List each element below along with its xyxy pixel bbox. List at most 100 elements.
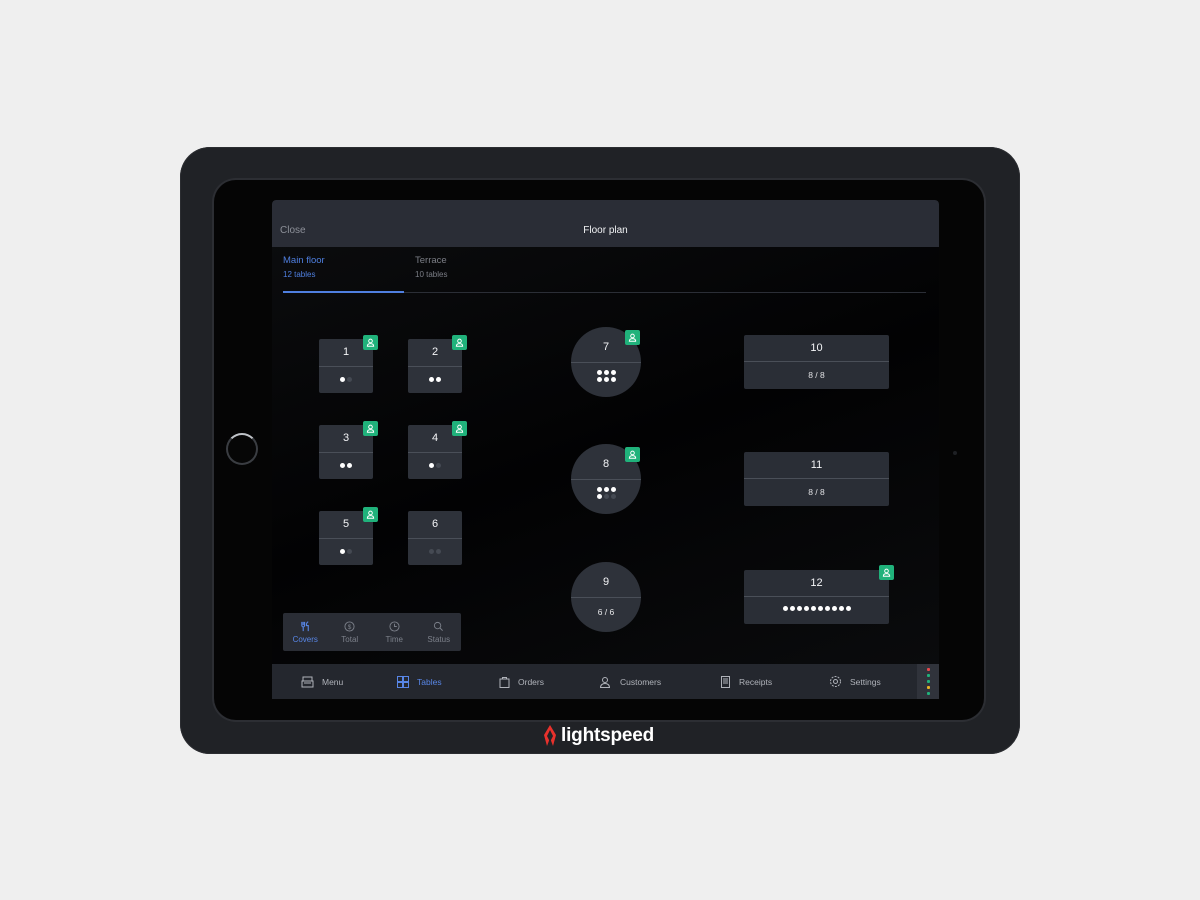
covers-count: 6 / 6: [597, 607, 615, 617]
nav-receipts[interactable]: Receipts: [720, 664, 772, 699]
seat-occupied: [603, 370, 609, 375]
status-dot: [926, 674, 930, 677]
search-icon: [434, 621, 444, 631]
seat-occupied: [610, 487, 616, 492]
seat-indicators: [408, 549, 462, 554]
table-divider: [319, 452, 373, 453]
table-11[interactable]: 11 8 / 8: [744, 452, 889, 506]
connection-status[interactable]: [917, 664, 939, 699]
sort-label: Status: [427, 634, 451, 644]
seat-indicators: [408, 463, 462, 468]
tab-name: Terrace: [415, 255, 447, 266]
table-number: 9: [602, 576, 610, 588]
customer-badge-icon[interactable]: [363, 335, 378, 350]
seat-occupied: [782, 606, 788, 611]
seat-indicators: [595, 487, 617, 499]
customer-badge-icon[interactable]: [363, 421, 378, 436]
home-button[interactable]: [226, 433, 258, 465]
seat-occupied: [610, 370, 616, 375]
tab-main-floor[interactable]: Main floor 12 tables: [283, 255, 404, 293]
register-icon: [301, 676, 314, 687]
seat-occupied: [789, 606, 795, 611]
covers-count: 8 / 8: [808, 487, 825, 497]
svg-text:$: $: [348, 623, 352, 630]
status-dot: [926, 668, 930, 671]
seat-occupied: [340, 377, 345, 382]
cutlery-icon: [301, 620, 309, 631]
sort-label: Time: [385, 634, 403, 644]
seat-occupied: [596, 487, 602, 492]
customer-badge-icon[interactable]: [452, 335, 467, 350]
nav-label: Menu: [322, 676, 344, 687]
seat-occupied: [803, 606, 809, 611]
flame-logo-icon: [544, 725, 556, 746]
seat-occupied: [845, 606, 851, 611]
nav-menu[interactable]: Menu: [301, 664, 343, 699]
customer-badge-icon[interactable]: [452, 421, 467, 436]
table-number: 10: [810, 342, 823, 354]
status-dot: [926, 680, 930, 683]
seat-indicators: [595, 370, 617, 382]
customer-badge-icon[interactable]: [363, 507, 378, 522]
seat-occupied: [429, 377, 434, 382]
sort-time[interactable]: Time: [372, 613, 417, 651]
table-9[interactable]: 9 6 / 6: [571, 562, 641, 632]
sort-status[interactable]: Status: [417, 613, 462, 651]
nav-tables[interactable]: Tables: [397, 664, 442, 699]
grid-icon: [397, 675, 409, 688]
table-6[interactable]: 6: [408, 511, 462, 565]
seat-occupied: [824, 606, 830, 611]
table-divider: [744, 361, 889, 362]
customer-badge-icon[interactable]: [625, 447, 640, 462]
seat-occupied: [596, 494, 602, 499]
nav-label: Orders: [518, 676, 544, 687]
seat-indicators: [319, 549, 373, 554]
seat-occupied: [831, 606, 837, 611]
nav-customers[interactable]: Customers: [599, 664, 661, 699]
status-dot: [926, 692, 930, 695]
seat-occupied: [610, 377, 616, 382]
customer-badge-icon[interactable]: [879, 565, 894, 580]
seat-occupied: [436, 377, 441, 382]
nav-label: Customers: [620, 676, 662, 687]
nav-settings[interactable]: Settings: [829, 664, 881, 699]
seat-empty: [610, 494, 616, 499]
nav-label: Settings: [850, 676, 881, 687]
seat-indicators: [744, 606, 889, 611]
seat-occupied: [340, 463, 345, 468]
table-divider: [744, 478, 889, 479]
status-dot: [926, 686, 930, 689]
table-number: 11: [810, 459, 823, 471]
table-divider: [319, 538, 373, 539]
clock-icon: [389, 620, 400, 632]
seat-empty: [347, 377, 352, 382]
seat-empty: [429, 549, 434, 554]
nav-orders[interactable]: Orders: [499, 664, 544, 699]
seat-indicators: [319, 377, 373, 382]
receipt-icon: [721, 675, 730, 688]
page-title: Floor plan: [583, 225, 628, 236]
sort-bar: Covers $ Total Time Status: [283, 613, 461, 651]
customer-badge-icon[interactable]: [625, 330, 640, 345]
seat-occupied: [429, 463, 434, 468]
table-10[interactable]: 10 8 / 8: [744, 335, 889, 389]
table-number: 12: [810, 577, 823, 589]
tab-terrace[interactable]: Terrace 10 tables: [415, 255, 536, 292]
seat-occupied: [340, 549, 345, 554]
dollar-icon: $: [344, 620, 355, 632]
table-12[interactable]: 12: [744, 570, 889, 624]
bag-icon: [499, 676, 510, 688]
seat-indicators: [408, 377, 462, 382]
table-number: 6: [431, 518, 439, 530]
nav-label: Tables: [417, 676, 442, 687]
seat-occupied: [810, 606, 816, 611]
sort-covers[interactable]: Covers: [283, 613, 328, 651]
table-divider: [408, 366, 462, 367]
camera: [953, 451, 957, 455]
table-divider: [571, 597, 641, 598]
customers-icon: [599, 676, 611, 688]
tab-name: Main floor: [283, 255, 325, 266]
sort-total[interactable]: $ Total: [328, 613, 373, 651]
table-divider: [571, 479, 641, 480]
seat-occupied: [796, 606, 802, 611]
